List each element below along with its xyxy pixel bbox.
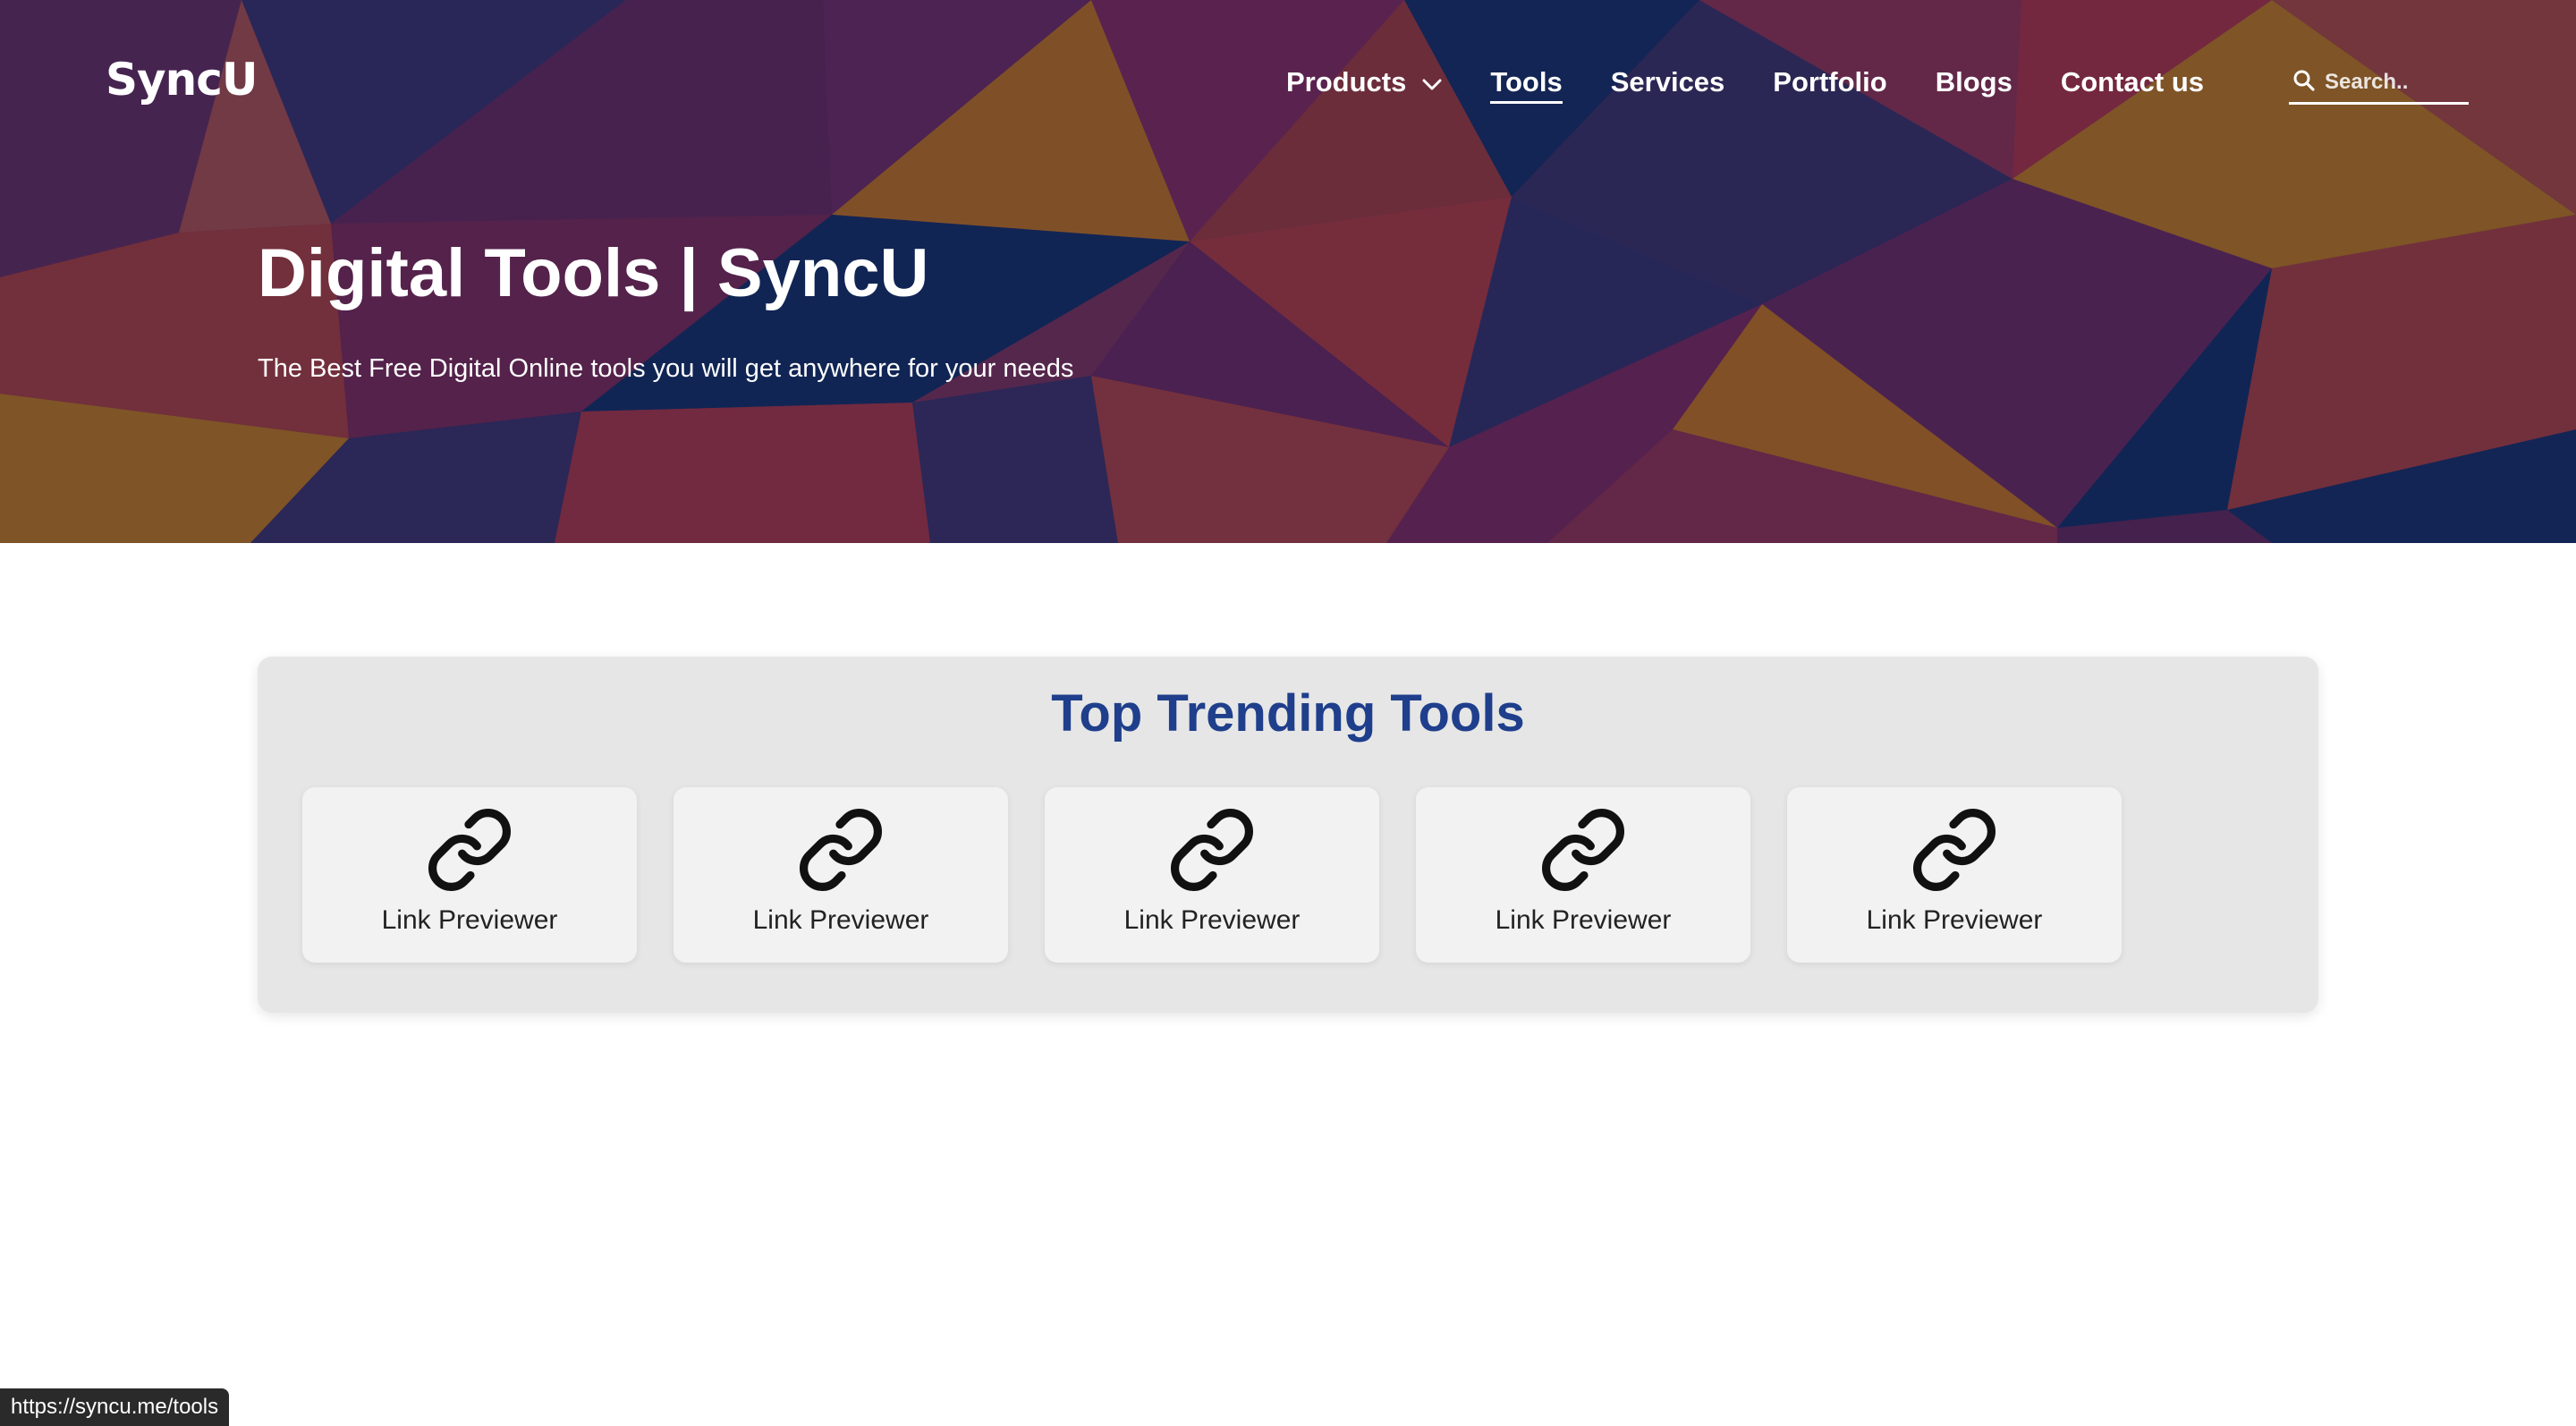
nav-item-label: Contact us	[2060, 66, 2205, 98]
nav-item-blogs[interactable]: Blogs	[1936, 61, 2012, 104]
nav-item-label: Services	[1610, 66, 1725, 98]
tool-card-list: Link Previewer Link Previewer Link Previ…	[302, 787, 2158, 963]
tool-card[interactable]: Link Previewer	[1416, 787, 1750, 963]
tool-card-label: Link Previewer	[752, 905, 929, 935]
nav-item-label: Blogs	[1935, 66, 2012, 98]
nav-item-portfolio[interactable]: Portfolio	[1773, 61, 1886, 104]
tool-card-label: Link Previewer	[381, 905, 558, 935]
link-icon	[1538, 805, 1628, 895]
nav-item-tools[interactable]: Tools	[1490, 61, 1563, 104]
tool-card[interactable]: Link Previewer	[302, 787, 637, 963]
search-box	[2289, 63, 2469, 105]
hero-banner: SyncU Products Tools Services Portfolio …	[0, 0, 2576, 543]
nav-item-products[interactable]: Products	[1286, 61, 1442, 104]
tool-card[interactable]: Link Previewer	[674, 787, 1008, 963]
search-icon[interactable]	[2292, 69, 2316, 96]
link-icon	[1910, 805, 1999, 895]
link-icon	[796, 805, 886, 895]
tool-card-label: Link Previewer	[1866, 905, 2043, 935]
tool-card-label: Link Previewer	[1123, 905, 1301, 935]
page-title: Digital Tools | SyncU	[258, 235, 929, 311]
nav-item-label: Products	[1286, 66, 1407, 98]
nav-item-services[interactable]: Services	[1611, 61, 1725, 104]
tool-card-label: Link Previewer	[1495, 905, 1672, 935]
link-hover-status-bar: https://syncu.me/tools	[0, 1388, 230, 1426]
nav-item-label: Tools	[1490, 66, 1563, 98]
chevron-down-icon	[1422, 66, 1442, 98]
tool-card[interactable]: Link Previewer	[1045, 787, 1379, 963]
trending-tools-panel: Top Trending Tools Link Previewer Link P…	[258, 657, 2318, 1013]
nav-item-label: Portfolio	[1773, 66, 1887, 98]
link-icon	[425, 805, 514, 895]
link-icon	[1167, 805, 1257, 895]
section-heading: Top Trending Tools	[1051, 684, 1525, 743]
page-subtitle: The Best Free Digital Online tools you w…	[258, 354, 1074, 383]
tool-card[interactable]: Link Previewer	[1787, 787, 2122, 963]
nav-item-contact[interactable]: Contact us	[2061, 61, 2204, 104]
main-nav: Products Tools Services Portfolio Blogs …	[1286, 61, 2252, 104]
site-logo[interactable]: SyncU	[106, 54, 258, 111]
search-input[interactable]	[2325, 70, 2459, 95]
